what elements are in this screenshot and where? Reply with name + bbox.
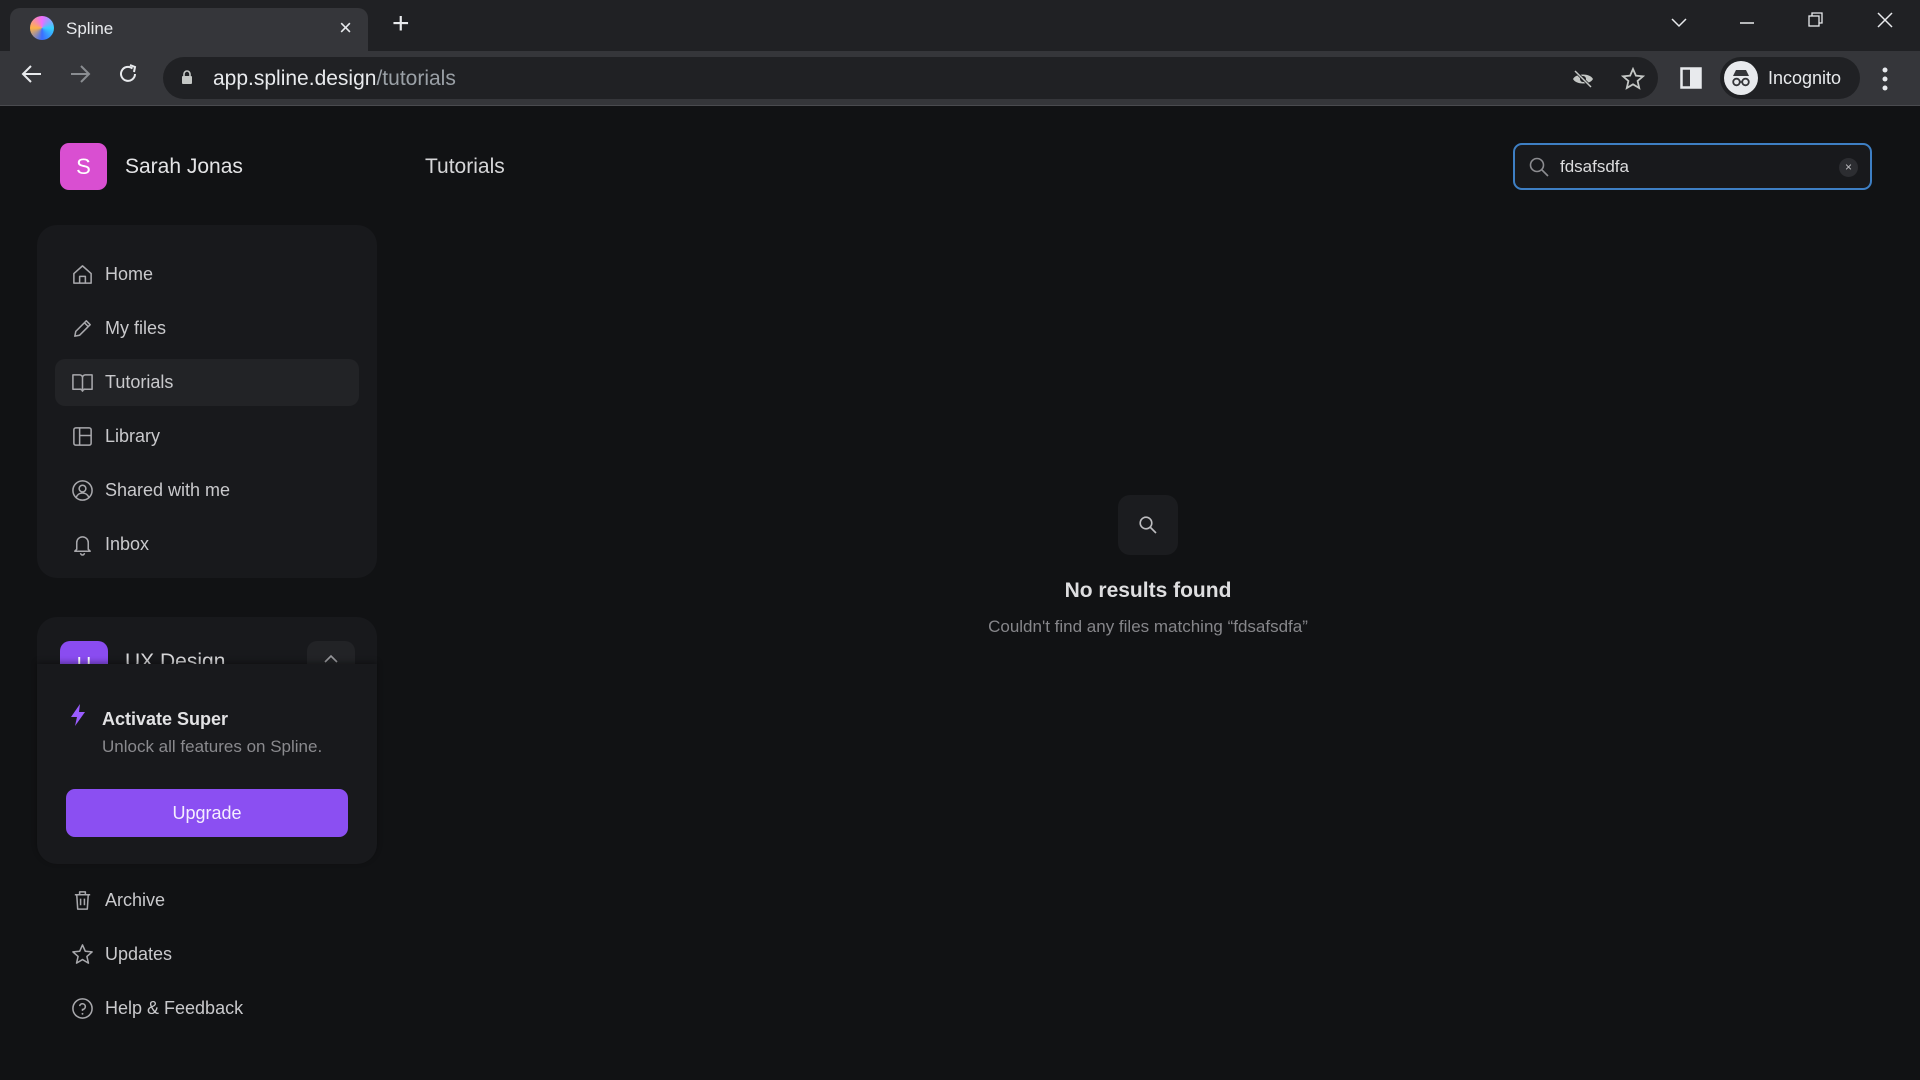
incognito-icon — [1724, 61, 1758, 95]
restore-icon[interactable] — [1796, 8, 1836, 36]
user-profile[interactable]: S Sarah Jonas — [60, 143, 243, 190]
sidebar-nav: Home My files Tutorials Library Shared w… — [37, 225, 377, 578]
star-icon — [72, 944, 93, 964]
close-window-icon[interactable] — [1865, 8, 1905, 36]
spline-app: S Sarah Jonas Tutorials × Home My files … — [0, 107, 1920, 1080]
sidebar-item-label: Help & Feedback — [105, 998, 244, 1018]
upsell-subtitle: Unlock all features on Spline. — [102, 737, 323, 756]
minimize-icon[interactable] — [1727, 8, 1767, 36]
browser-menu-icon[interactable] — [1880, 65, 1890, 93]
help-icon — [72, 998, 93, 1019]
tab-title: Spline — [66, 19, 114, 38]
forward-icon[interactable] — [64, 63, 96, 95]
side-panel-icon[interactable] — [1680, 67, 1702, 89]
sidebar-item-my-files[interactable]: My files — [55, 305, 359, 352]
trash-icon — [74, 891, 91, 910]
search-input[interactable] — [1560, 153, 1820, 181]
bookmark-star-icon[interactable] — [1621, 67, 1645, 91]
spline-favicon-icon — [30, 16, 54, 40]
url-path: /tutorials — [376, 67, 456, 90]
incognito-label: Incognito — [1768, 68, 1842, 88]
sidebar-item-label: Inbox — [105, 534, 150, 554]
browser-tab-bar: Spline × + — [0, 0, 1920, 51]
sidebar-item-shared-with-me[interactable]: Shared with me — [55, 467, 359, 514]
lock-icon — [182, 70, 192, 84]
url-text: app.spline.design/tutorials — [213, 67, 456, 91]
user-avatar: S — [60, 143, 107, 190]
sidebar-item-updates[interactable]: Updates — [55, 931, 359, 978]
sidebar-item-inbox[interactable]: Inbox — [55, 521, 359, 568]
sidebar-item-label: Shared with me — [105, 480, 231, 500]
incognito-profile-button[interactable]: Incognito — [1720, 57, 1860, 99]
lightning-icon — [71, 704, 85, 726]
tab-search-chevron-icon[interactable] — [1659, 8, 1699, 36]
empty-state-icon-box — [1118, 495, 1178, 555]
chevron-up-icon — [324, 654, 338, 663]
sidebar-item-help-feedback[interactable]: Help & Feedback — [55, 985, 359, 1032]
home-icon — [73, 265, 92, 284]
sidebar-item-home[interactable]: Home — [55, 251, 359, 298]
address-bar[interactable]: app.spline.design/tutorials — [163, 57, 1658, 99]
eye-off-icon[interactable] — [1571, 67, 1595, 91]
sidebar-item-label: My files — [105, 318, 167, 338]
search-box: × — [1513, 143, 1872, 190]
new-tab-button[interactable]: + — [392, 8, 410, 40]
sidebar-item-archive[interactable]: Archive — [55, 877, 359, 924]
bell-icon — [74, 536, 91, 556]
sidebar-item-library[interactable]: Library — [55, 413, 359, 460]
sidebar-item-label: Tutorials — [105, 372, 174, 392]
clear-search-button[interactable]: × — [1839, 158, 1858, 177]
activate-super-card: Activate Super Unlock all features on Sp… — [37, 664, 377, 864]
book-icon — [72, 374, 93, 392]
upgrade-button[interactable]: Upgrade — [66, 789, 348, 837]
reload-icon[interactable] — [112, 63, 144, 95]
pencil-icon — [74, 320, 91, 337]
sidebar-item-label: Updates — [105, 944, 173, 964]
browser-toolbar: app.spline.design/tutorials Incognito — [0, 51, 1920, 106]
sidebar-item-label: Home — [105, 264, 154, 284]
search-icon — [1529, 157, 1549, 177]
page-title: Tutorials — [425, 155, 505, 178]
empty-state-subtitle: Couldn't find any files matching “fdsafs… — [988, 617, 1308, 636]
tab-close-icon[interactable]: × — [339, 16, 352, 40]
user-circle-icon — [72, 480, 93, 501]
sidebar-item-tutorials[interactable]: Tutorials — [55, 359, 359, 406]
sidebar-item-label: Library — [105, 426, 161, 446]
layout-icon — [73, 427, 92, 446]
search-icon — [1139, 516, 1157, 534]
back-icon[interactable] — [16, 63, 48, 95]
user-name: Sarah Jonas — [125, 154, 243, 178]
browser-tab[interactable]: Spline × — [10, 8, 368, 51]
sidebar-item-label: Archive — [105, 890, 166, 910]
upsell-title: Activate Super — [102, 709, 229, 729]
url-host: app.spline.design — [213, 67, 377, 90]
empty-state-title: No results found — [1064, 579, 1232, 602]
